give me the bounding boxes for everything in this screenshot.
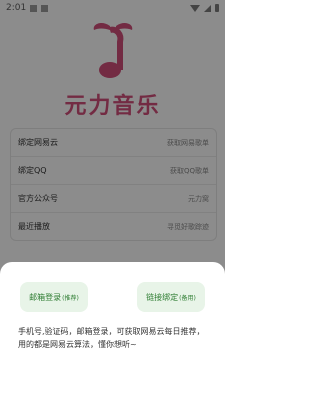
notification-icon <box>41 4 49 12</box>
email-login-tag: (推荐) <box>62 294 79 302</box>
login-options: 邮箱登录 (推荐) 链接绑定 (备用) <box>20 282 205 312</box>
signal-icon <box>204 4 211 12</box>
email-login-label: 邮箱登录 <box>29 292 62 302</box>
sheet-description: 手机号,验证码，邮箱登录，可获取网易云每日推荐，用的都是网易云算法，懂你想听~ <box>18 327 205 349</box>
wifi-icon <box>190 4 200 12</box>
email-login-button[interactable]: 邮箱登录 (推荐) <box>20 282 88 312</box>
bottom-sheet: 邮箱登录 (推荐) 链接绑定 (备用) 手机号,验证码，邮箱登录，可获取网易云每… <box>0 262 225 400</box>
battery-icon <box>215 4 219 12</box>
link-bind-tag: (备用) <box>179 294 196 302</box>
link-bind-button[interactable]: 链接绑定 (备用) <box>137 282 205 312</box>
notification-icon <box>30 4 38 12</box>
status-bar: 2:01 <box>0 0 225 16</box>
status-left: 2:01 <box>6 3 49 13</box>
status-time: 2:01 <box>6 3 27 13</box>
status-right <box>190 4 219 12</box>
link-bind-label: 链接绑定 <box>146 292 179 302</box>
